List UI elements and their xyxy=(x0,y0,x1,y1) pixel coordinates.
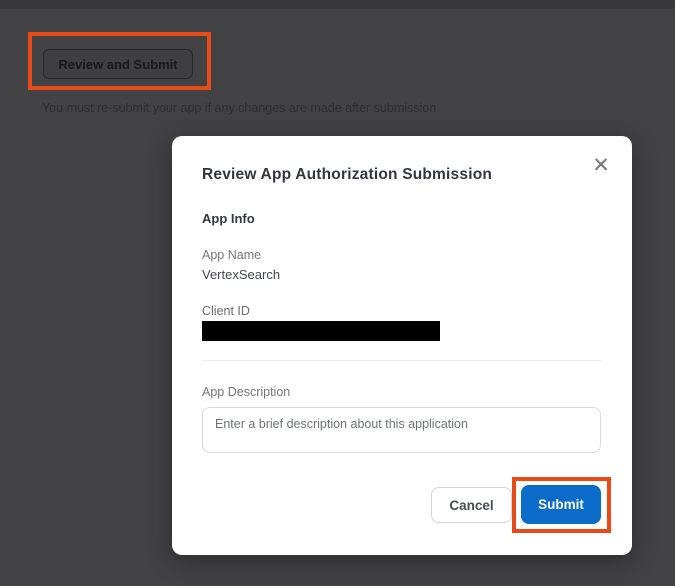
app-description-label: App Description xyxy=(202,385,290,399)
app-name-label: App Name xyxy=(202,248,261,262)
modal-title: Review App Authorization Submission xyxy=(202,166,492,184)
review-and-submit-button[interactable]: Review and Submit xyxy=(43,49,193,79)
submit-button[interactable]: Submit xyxy=(521,485,601,524)
app-description-input[interactable] xyxy=(202,407,601,453)
close-icon[interactable]: ✕ xyxy=(585,149,617,181)
page-top-strip xyxy=(0,0,675,9)
section-divider xyxy=(202,360,601,361)
review-submission-modal: Review App Authorization Submission ✕ Ap… xyxy=(172,136,632,555)
resubmit-note-text: You must re-submit your app if any chang… xyxy=(42,101,436,115)
app-name-value: VertexSearch xyxy=(202,267,280,282)
client-id-redacted-value xyxy=(202,321,440,341)
app-info-heading: App Info xyxy=(202,211,255,226)
screen: Review and Submit You must re-submit you… xyxy=(0,0,675,586)
cancel-button[interactable]: Cancel xyxy=(431,487,512,523)
client-id-label: Client ID xyxy=(202,304,250,318)
